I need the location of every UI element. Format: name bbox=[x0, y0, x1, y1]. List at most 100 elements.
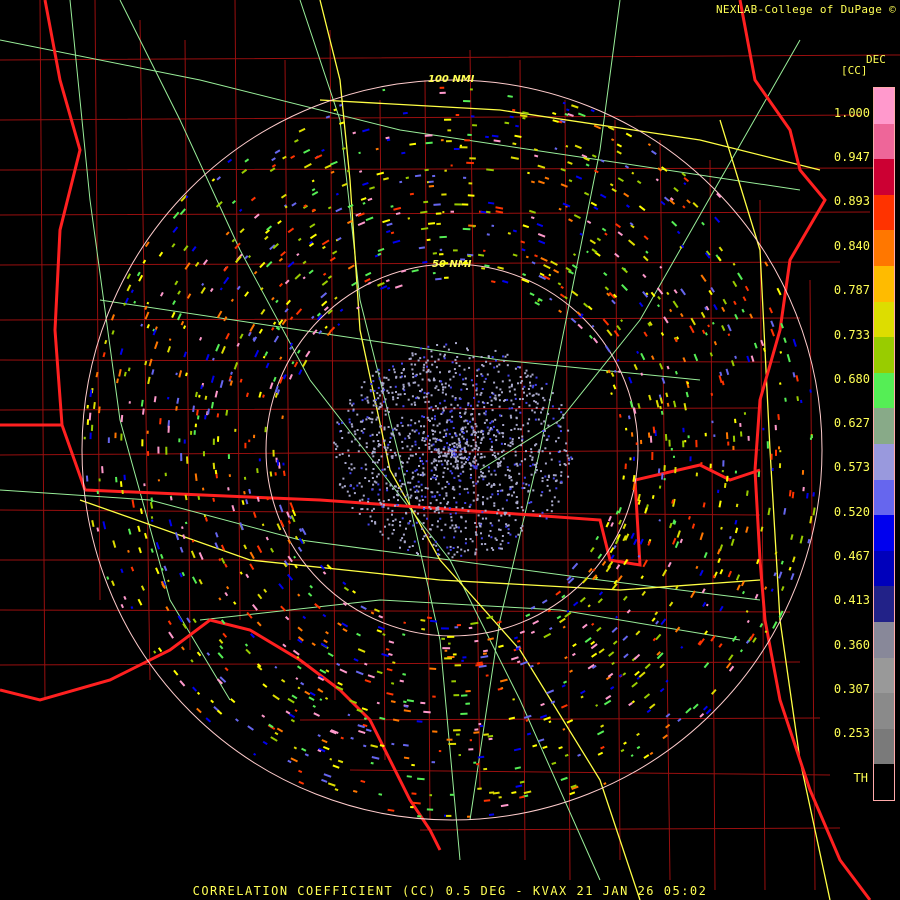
radar-pixel bbox=[535, 392, 538, 395]
radar-pixel bbox=[668, 439, 671, 447]
radar-pixel bbox=[778, 446, 781, 450]
radar-pixel bbox=[551, 392, 554, 395]
radar-pixel bbox=[146, 430, 149, 434]
radar-pixel bbox=[365, 468, 368, 471]
radar-pixel bbox=[482, 502, 484, 505]
radar-pixel bbox=[426, 517, 428, 520]
radar-pixel bbox=[443, 497, 445, 500]
legend-tick: 0.893 bbox=[833, 194, 870, 208]
radar-pixel bbox=[439, 371, 441, 374]
radar-pixel bbox=[412, 376, 415, 379]
radar-pixel bbox=[400, 460, 403, 463]
radar-pixel bbox=[349, 485, 352, 487]
radar-pixel bbox=[481, 388, 484, 390]
radar-pixel bbox=[493, 451, 496, 454]
radar-pixel bbox=[461, 507, 464, 510]
radar-pixel bbox=[501, 380, 504, 383]
radar-pixel bbox=[450, 516, 453, 519]
radar-pixel bbox=[347, 431, 350, 434]
radar-pixel bbox=[469, 739, 473, 742]
radar-pixel bbox=[493, 434, 495, 437]
radar-pixel bbox=[394, 474, 397, 477]
radar-pixel bbox=[442, 386, 445, 389]
radar-pixel bbox=[431, 476, 434, 479]
radar-pixel bbox=[519, 376, 522, 378]
radar-pixel bbox=[399, 479, 402, 482]
radar-pixel bbox=[500, 514, 503, 517]
radar-pixel bbox=[392, 396, 395, 399]
radar-pixel bbox=[443, 399, 446, 402]
radar-pixel bbox=[472, 408, 475, 410]
radar-pixel bbox=[411, 445, 414, 448]
radar-pixel bbox=[721, 469, 724, 473]
radar-pixel bbox=[437, 548, 439, 551]
radar-pixel bbox=[428, 446, 431, 448]
radar-pixel bbox=[436, 424, 439, 427]
radar-pixel bbox=[364, 397, 367, 400]
legend-tick: 0.680 bbox=[833, 372, 870, 386]
radar-pixel bbox=[227, 454, 230, 460]
radar-pixel bbox=[425, 438, 428, 441]
radar-pixel bbox=[458, 754, 461, 757]
radar-pixel bbox=[444, 814, 447, 817]
radar-pixel bbox=[506, 468, 509, 471]
radar-pixel bbox=[353, 492, 356, 495]
radar-pixel bbox=[535, 466, 538, 468]
radar-pixel bbox=[378, 488, 381, 491]
radar-pixel bbox=[464, 461, 467, 464]
radar-pixel bbox=[128, 401, 131, 404]
radar-pixel bbox=[625, 427, 628, 431]
radar-pixel bbox=[449, 462, 452, 465]
radar-pixel bbox=[467, 549, 470, 552]
radar-pixel bbox=[519, 428, 522, 431]
legend-tick: TH bbox=[853, 771, 868, 785]
radar-pixel bbox=[348, 467, 351, 470]
radar-pixel bbox=[411, 763, 415, 767]
radar-pixel bbox=[779, 450, 782, 453]
radar-pixel bbox=[545, 382, 548, 385]
radar-pixel bbox=[432, 460, 435, 463]
radar-pixel bbox=[464, 526, 467, 529]
radar-pixel bbox=[362, 431, 365, 434]
radar-pixel bbox=[456, 455, 459, 458]
radar-pixel bbox=[446, 140, 452, 143]
radar-pixel bbox=[445, 434, 448, 437]
radar-pixel bbox=[435, 544, 438, 547]
radar-pixel bbox=[378, 431, 381, 434]
radar-pixel bbox=[349, 399, 352, 402]
radar-pixel bbox=[510, 429, 513, 431]
radar-pixel bbox=[514, 393, 517, 396]
radar-pixel bbox=[440, 139, 444, 142]
radar-pixel bbox=[558, 460, 561, 463]
radar-pixel bbox=[657, 468, 661, 474]
radar-pixel bbox=[487, 355, 490, 358]
radar-pixel bbox=[704, 432, 707, 437]
radar-pixel bbox=[515, 417, 518, 420]
radar-pixel bbox=[486, 497, 489, 500]
radar-pixel bbox=[234, 428, 237, 432]
radar-pixel bbox=[515, 535, 517, 538]
radar-pixel bbox=[547, 412, 550, 415]
radar-pixel bbox=[462, 227, 471, 231]
radar-pixel bbox=[439, 235, 447, 239]
radar-pixel bbox=[443, 429, 446, 432]
radar-pixel bbox=[469, 88, 473, 91]
radar-pixel bbox=[480, 470, 483, 473]
radar-pixel bbox=[423, 391, 426, 394]
radar-pixel bbox=[360, 394, 363, 397]
radar-pixel bbox=[398, 432, 401, 435]
radar-pixel bbox=[565, 442, 568, 445]
radar-pixel bbox=[531, 458, 534, 461]
radar-pixel bbox=[460, 388, 463, 391]
radar-pixel bbox=[456, 546, 459, 549]
radar-pixel bbox=[420, 495, 423, 498]
radar-pixel bbox=[541, 480, 544, 483]
radar-pixel bbox=[503, 359, 506, 362]
radar-pixel bbox=[372, 483, 375, 486]
radar-pixel bbox=[377, 493, 380, 496]
radar-pixel bbox=[509, 488, 512, 491]
radar-pixel bbox=[477, 514, 480, 517]
radar-pixel bbox=[391, 524, 394, 527]
radar-pixel bbox=[524, 458, 527, 461]
radar-pixel bbox=[496, 512, 499, 515]
